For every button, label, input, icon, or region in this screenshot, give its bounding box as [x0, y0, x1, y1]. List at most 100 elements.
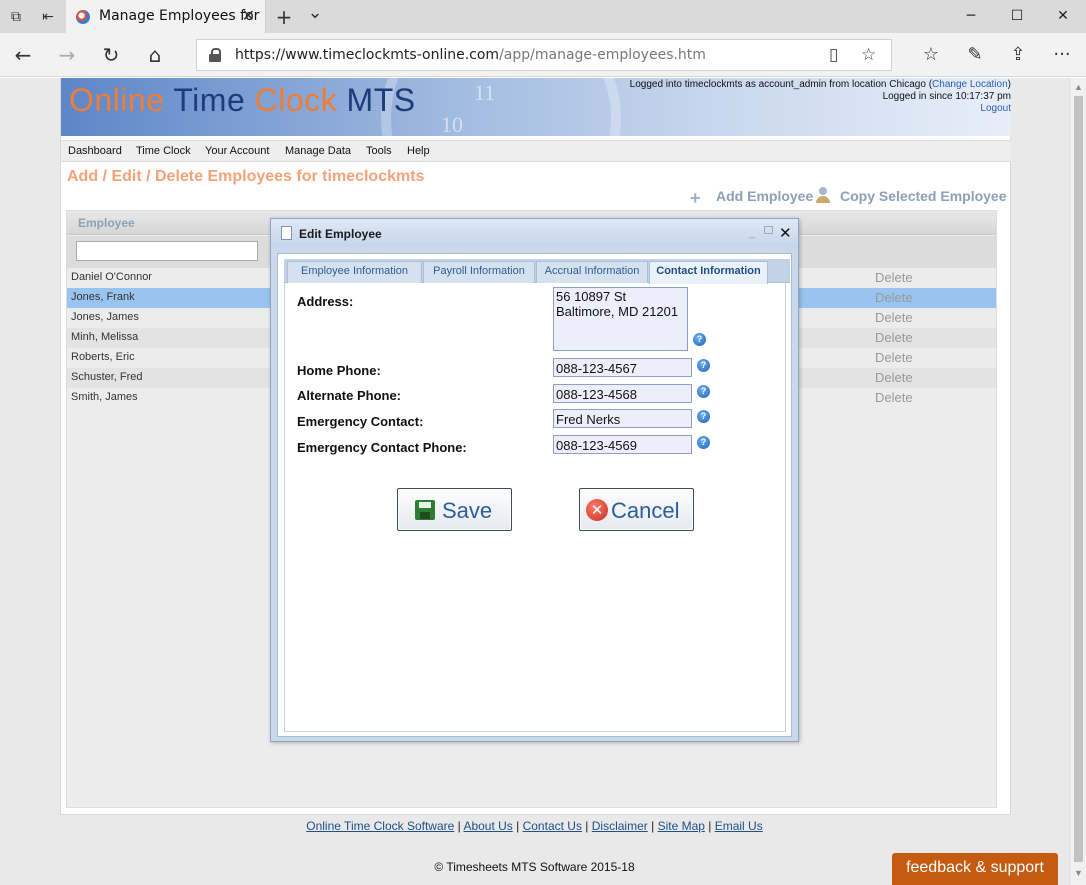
- cancel-button[interactable]: ✕ Cancel: [579, 488, 694, 531]
- window-minimize-button[interactable]: ─: [948, 0, 994, 33]
- menu-dashboard[interactable]: Dashboard: [68, 145, 122, 157]
- footer-separator: |: [581, 819, 592, 833]
- tab-payroll-information[interactable]: Payroll Information: [423, 261, 535, 283]
- footer-link-about[interactable]: About Us: [463, 819, 512, 833]
- main-menu: Dashboard Time Clock Your Account Manage…: [61, 140, 1011, 162]
- menu-time-clock[interactable]: Time Clock: [136, 145, 191, 157]
- forward-icon[interactable]: →: [54, 42, 80, 68]
- scroll-up-arrow-icon[interactable]: ▲: [1074, 82, 1083, 92]
- share-icon[interactable]: ⇪: [1005, 42, 1031, 68]
- header-banner: 11 10 Online Time Clock MTS Logged into …: [61, 78, 1011, 136]
- delete-link[interactable]: Delete: [875, 350, 913, 365]
- window-maximize-button[interactable]: ☐: [994, 0, 1040, 33]
- url-field[interactable]: https://www.timeclockmts-online.com/app/…: [196, 39, 892, 71]
- employee-name: Minh, Melissa: [71, 331, 139, 343]
- menu-your-account[interactable]: Your Account: [205, 145, 269, 157]
- home-icon[interactable]: ⌂: [142, 42, 168, 68]
- refresh-icon[interactable]: ↻: [98, 42, 124, 68]
- home-phone-help-icon[interactable]: ?: [697, 359, 710, 372]
- menu-manage-data[interactable]: Manage Data: [285, 145, 351, 157]
- more-icon[interactable]: ···: [1049, 42, 1075, 68]
- footer-separator: |: [512, 819, 523, 833]
- delete-link[interactable]: Delete: [875, 310, 913, 325]
- delete-link[interactable]: Delete: [875, 270, 913, 285]
- emergency-contact-field[interactable]: Fred Nerks: [553, 409, 692, 428]
- footer-link-software[interactable]: Online Time Clock Software: [306, 819, 454, 833]
- feedback-support-button[interactable]: feedback & support: [892, 853, 1058, 885]
- alternate-phone-help-icon[interactable]: ?: [697, 385, 710, 398]
- window-close-button[interactable]: ✕: [1040, 0, 1086, 33]
- clock-number-11: 11: [474, 80, 496, 105]
- cancel-label: Cancel: [611, 498, 680, 523]
- lock-icon: [209, 48, 221, 62]
- emergency-phone-help-icon[interactable]: ?: [697, 436, 710, 449]
- login-status-text: Logged into timeclockmts as account_admi…: [629, 79, 933, 90]
- employee-column-header[interactable]: Employee: [78, 216, 135, 230]
- tab-contact-information[interactable]: Contact Information: [649, 261, 768, 284]
- employee-filter-input[interactable]: [76, 241, 258, 261]
- dialog-title: Edit Employee: [299, 227, 382, 241]
- home-phone-label: Home Phone:: [297, 363, 381, 378]
- logo-word-clock: Clock: [254, 82, 338, 118]
- document-icon: [281, 226, 292, 240]
- dialog-minimize-icon[interactable]: _: [749, 227, 755, 239]
- vertical-scrollbar[interactable]: ▲ ▼: [1069, 78, 1086, 885]
- set-tabs-aside-icon[interactable]: ⇤: [38, 7, 58, 27]
- tab-list-chevron-icon[interactable]: ⌄: [305, 3, 325, 23]
- add-employee-button[interactable]: Add Employee: [716, 188, 813, 204]
- dialog-titlebar[interactable]: Edit Employee _ ✕: [271, 219, 798, 247]
- address-help-icon[interactable]: ?: [693, 333, 706, 346]
- copy-employee-button[interactable]: Copy Selected Employee: [840, 188, 1007, 204]
- employee-name: Daniel O'Connor: [71, 271, 152, 283]
- tab-accrual-information[interactable]: Accrual Information: [536, 261, 648, 283]
- home-phone-field[interactable]: 088-123-4567: [553, 358, 692, 377]
- address-bar-row: ← → ↻ ⌂ https://www.timeclockmts-online.…: [0, 33, 1086, 77]
- delete-link[interactable]: Delete: [875, 370, 913, 385]
- delete-link[interactable]: Delete: [875, 390, 913, 405]
- tab-close-icon[interactable]: ✕: [242, 6, 255, 25]
- footer-separator: |: [704, 819, 715, 833]
- copy-employee-icon[interactable]: [815, 186, 831, 204]
- browser-tab[interactable]: Manage Employees for ✕: [66, 0, 266, 33]
- tab-employee-information[interactable]: Employee Information: [287, 261, 422, 283]
- favorite-star-icon[interactable]: ☆: [861, 45, 876, 65]
- dialog-tabs: Employee Information Payroll Information…: [284, 259, 790, 284]
- favorites-hub-icon[interactable]: ☆: [918, 42, 944, 68]
- alternate-phone-field[interactable]: 088-123-4568: [553, 384, 692, 403]
- tab-title: Manage Employees for: [99, 8, 260, 24]
- footer-link-email[interactable]: Email Us: [715, 819, 763, 833]
- edit-employee-dialog: Edit Employee _ ✕ Employee Information P…: [270, 218, 799, 742]
- reading-view-icon[interactable]: ▯: [829, 45, 838, 65]
- address-field[interactable]: 56 10897 St Baltimore, MD 21201: [553, 287, 688, 351]
- menu-tools[interactable]: Tools: [366, 145, 392, 157]
- footer-link-contact[interactable]: Contact Us: [523, 819, 582, 833]
- address-line-1: 56 10897 St: [556, 289, 627, 304]
- dialog-maximize-icon[interactable]: [764, 226, 773, 234]
- emergency-contact-help-icon[interactable]: ?: [697, 410, 710, 423]
- logo-word-online: Online: [69, 82, 165, 118]
- dialog-close-icon[interactable]: ✕: [779, 224, 792, 242]
- back-icon[interactable]: ←: [10, 42, 36, 68]
- change-location-link[interactable]: Change Location: [932, 79, 1008, 90]
- emergency-phone-field[interactable]: 088-123-4569: [553, 435, 692, 454]
- footer-link-disclaimer[interactable]: Disclaimer: [592, 819, 648, 833]
- delete-link[interactable]: Delete: [875, 330, 913, 345]
- save-label: Save: [442, 498, 493, 523]
- site-logo[interactable]: Online Time Clock MTS: [69, 82, 416, 119]
- menu-help[interactable]: Help: [407, 145, 430, 157]
- dialog-body: Employee Information Payroll Information…: [277, 253, 792, 737]
- pen-icon[interactable]: ✎: [962, 42, 988, 68]
- add-employee-icon[interactable]: +: [690, 188, 701, 209]
- save-button[interactable]: Save: [397, 488, 512, 531]
- clock-number-10: 10: [441, 112, 463, 136]
- delete-link[interactable]: Delete: [875, 290, 913, 305]
- tabs-aside-icon[interactable]: ⧉: [6, 7, 26, 27]
- logged-in-since: Logged in since 10:17:37 pm: [882, 91, 1011, 102]
- logout-link[interactable]: Logout: [630, 103, 1011, 115]
- employee-name: Schuster, Fred: [71, 371, 143, 383]
- logo-word-time: Time: [173, 82, 246, 118]
- footer-link-sitemap[interactable]: Site Map: [658, 819, 705, 833]
- scroll-thumb[interactable]: [1074, 96, 1083, 862]
- scroll-down-arrow-icon[interactable]: ▼: [1074, 868, 1083, 878]
- new-tab-icon[interactable]: +: [274, 7, 294, 27]
